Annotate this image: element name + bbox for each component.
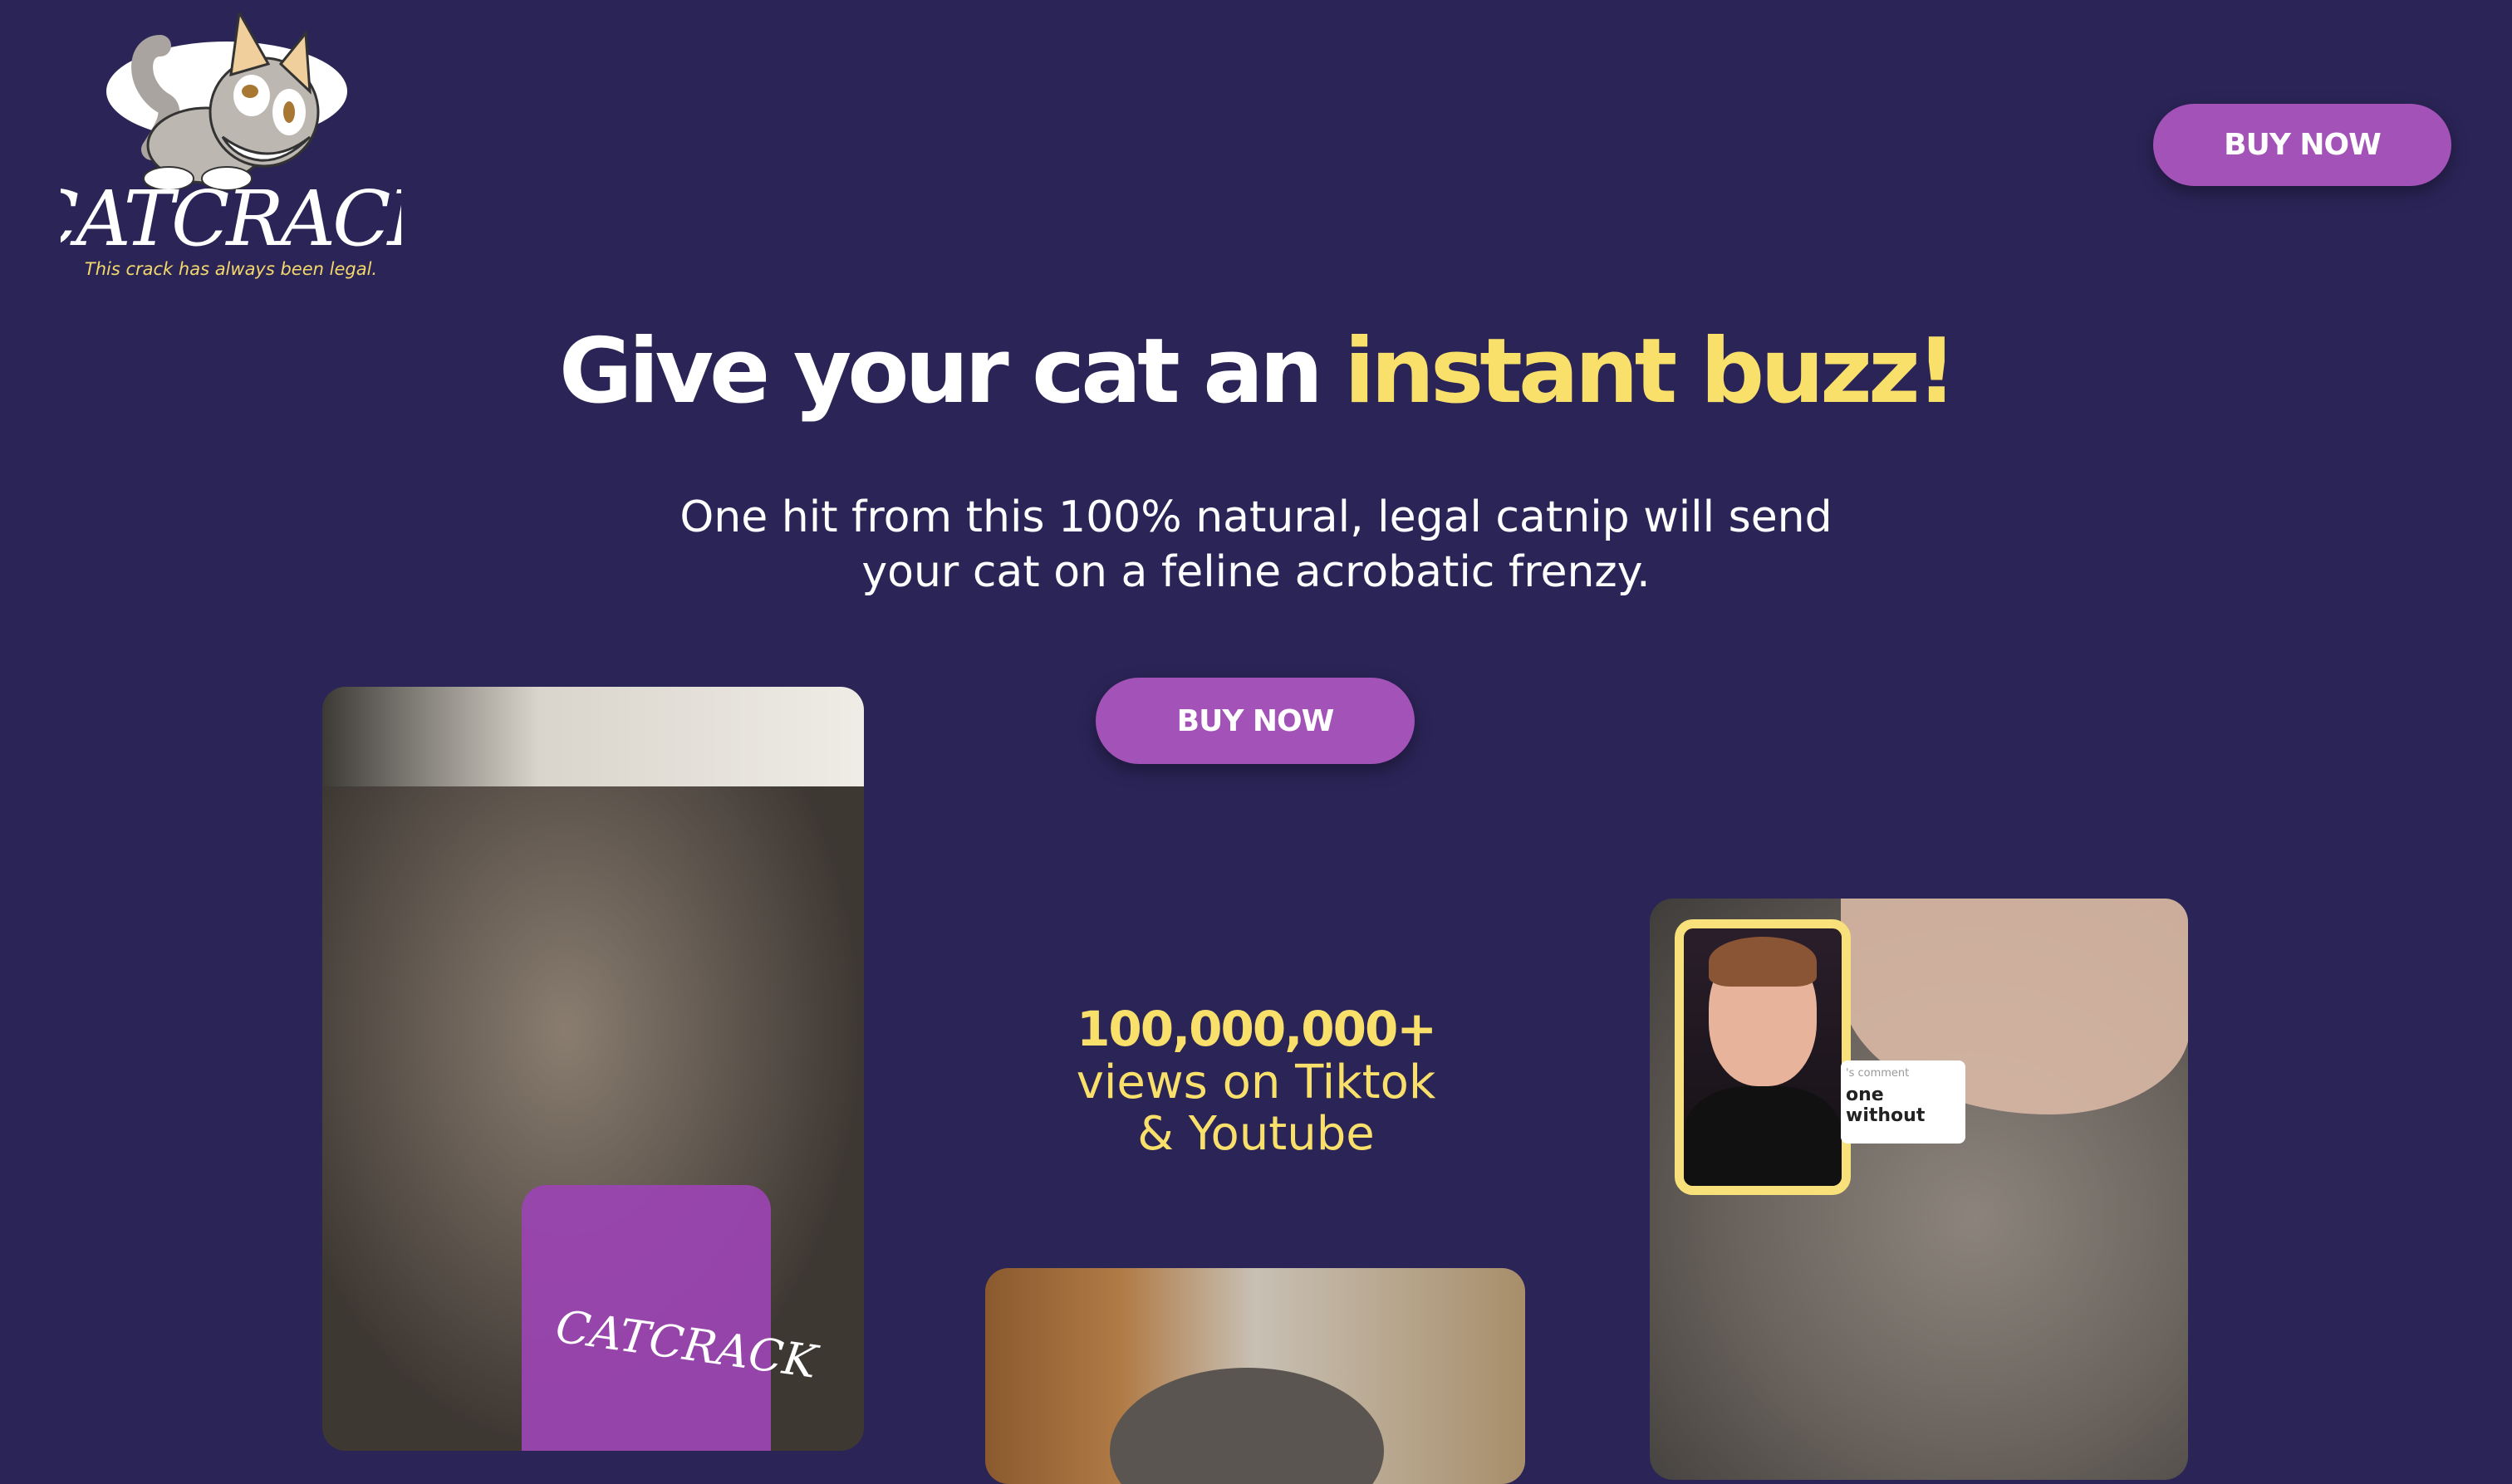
video-cat-sniffing-jar[interactable]: CATCRACK — [322, 687, 864, 1451]
views-count: 100,000,000+ — [1077, 1001, 1437, 1057]
comment-prefix: 's comment — [1846, 1067, 1910, 1080]
views-line-1: views on Tiktok — [1076, 1055, 1436, 1109]
reaction-face-inset — [1675, 919, 1851, 1195]
video-tiktok-reaction[interactable]: 's comment one without — [1650, 899, 2188, 1480]
hero-subtext: One hit from this 100% natural, legal ca… — [680, 492, 1832, 597]
logo-wordmark: CATCRACK — [61, 174, 401, 263]
video-cat-on-floor[interactable] — [985, 1268, 1525, 1484]
buy-now-hero-button[interactable]: BUY NOW — [1096, 678, 1415, 764]
logo-tagline: This crack has always been legal. — [85, 259, 377, 279]
hero-headline: Give your cat an instant buzz! — [0, 320, 2512, 424]
buy-now-header-button[interactable]: BUY NOW — [2153, 104, 2451, 186]
headline-text: Give your cat an — [558, 320, 1323, 424]
comment-bubble: 's comment one without — [1841, 1060, 1965, 1144]
views-line-2: & Youtube — [1137, 1107, 1375, 1161]
views-stat: 100,000,000+ views on Tiktok & Youtube — [1007, 1001, 1505, 1160]
catcrack-logo[interactable]: CATCRACK This crack has always been lega… — [21, 8, 452, 280]
headline-highlight: instant buzz! — [1344, 320, 1957, 424]
comment-text: one without — [1846, 1085, 1926, 1126]
video-background — [322, 687, 864, 786]
cat-mascot-icon: CATCRACK This crack has always been lega… — [21, 8, 452, 279]
cat-image — [1110, 1368, 1384, 1484]
